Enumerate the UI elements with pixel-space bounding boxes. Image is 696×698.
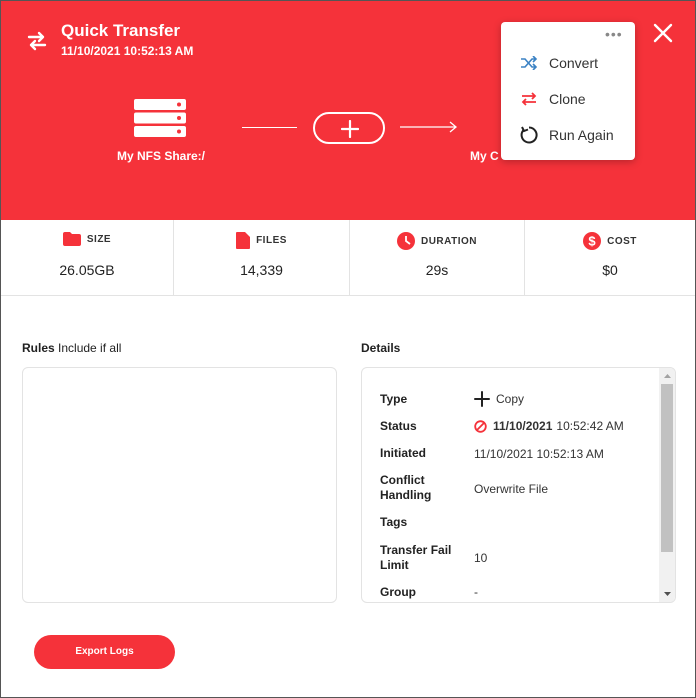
detail-key-group: Group [380, 585, 416, 599]
type-value: Copy [496, 392, 525, 406]
menu-item-convert[interactable]: Convert [519, 51, 629, 75]
rules-subtitle: Include if all [58, 341, 122, 355]
transfer-title: Quick Transfer [61, 21, 181, 40]
detail-value-group: - [474, 585, 478, 599]
stat-cost: $ COST $0 [525, 220, 695, 296]
file-icon [236, 232, 251, 249]
stat-label: SIZE [86, 233, 112, 245]
stat-label: COST [607, 235, 637, 247]
details-heading: Details [361, 341, 401, 355]
detail-key-initiated: Initiated [380, 446, 427, 460]
transfer-datetime: 11/10/2021 10:52:13 AM [61, 44, 194, 58]
stat-size: SIZE 26.05GB [1, 220, 174, 296]
blocked-icon [474, 419, 487, 433]
menu-item-run-again[interactable]: Run Again [519, 123, 629, 147]
stat-value: 14,339 [240, 262, 283, 278]
detail-key-status: Status [380, 419, 417, 433]
detail-key-conflict-handling: Conflict Handling [380, 473, 432, 502]
detail-key-transfer-fail-limit: Transfer Fail Limit [380, 543, 452, 572]
menu-item-label: Convert [549, 55, 599, 71]
detail-value-type: Copy [474, 391, 524, 407]
stat-value: 26.05GB [59, 262, 115, 278]
add-step-button[interactable] [313, 112, 385, 144]
swap-arrows-icon [519, 89, 539, 109]
scrollbar-thumb[interactable] [661, 384, 673, 552]
server-icon [134, 99, 186, 137]
shuffle-icon [519, 53, 539, 73]
clock-icon [396, 232, 415, 250]
stat-duration: DURATION 29s [350, 220, 525, 296]
menu-item-clone[interactable]: Clone [519, 87, 629, 111]
rules-title: Rules [22, 341, 55, 355]
stat-value: $0 [602, 262, 618, 278]
folder-icon [62, 232, 81, 246]
detail-key-type: Type [380, 392, 408, 406]
menu-item-label: Clone [549, 91, 586, 107]
stat-files: FILES 14,339 [174, 220, 350, 296]
status-date: 11/10/2021 [493, 419, 553, 433]
flow-line [242, 127, 297, 128]
dollar-icon: $ [583, 232, 602, 250]
transfer-arrows-icon [27, 31, 47, 51]
stat-label: FILES [256, 235, 287, 246]
rules-heading: Rules Include if all [22, 341, 121, 355]
svg-text:$: $ [588, 234, 596, 249]
detail-value-initiated: 11/10/2021 10:52:13 AM [474, 447, 604, 461]
detail-value-transfer-fail-limit: 10 [474, 551, 488, 565]
stat-value: 29s [425, 262, 449, 278]
arrow-right-icon [400, 121, 458, 133]
rules-panel [22, 367, 337, 603]
more-options-icon[interactable]: ••• [605, 26, 623, 42]
refresh-icon [519, 125, 539, 145]
close-icon[interactable] [651, 21, 675, 45]
destination-label: My C [470, 149, 499, 163]
detail-value-conflict-handling: Overwrite File [474, 482, 549, 496]
plus-icon [341, 120, 359, 138]
actions-menu: ••• Convert Clone Run Again [501, 22, 635, 160]
scroll-down-icon[interactable] [659, 588, 676, 600]
export-logs-button[interactable]: Export Logs [34, 635, 175, 669]
status-time: 10:52:42 AM [556, 419, 624, 433]
details-panel: Type Copy Status 11/10/2021 10:52:42 AM … [361, 367, 676, 603]
source-label: My NFS Share:/ [116, 149, 206, 163]
detail-key-tags: Tags [380, 515, 408, 529]
stats-bar: SIZE 26.05GB FILES 14,339 DURATION 29s $… [1, 220, 695, 296]
plus-icon [474, 391, 490, 407]
scroll-up-icon[interactable] [659, 370, 676, 382]
stat-label: DURATION [420, 235, 478, 247]
detail-value-status: 11/10/2021 10:52:42 AM [474, 419, 624, 433]
details-scrollbar[interactable] [659, 368, 676, 602]
menu-item-label: Run Again [549, 127, 614, 143]
quick-transfer-window: Quick Transfer 11/10/2021 10:52:13 AM My… [0, 0, 696, 698]
